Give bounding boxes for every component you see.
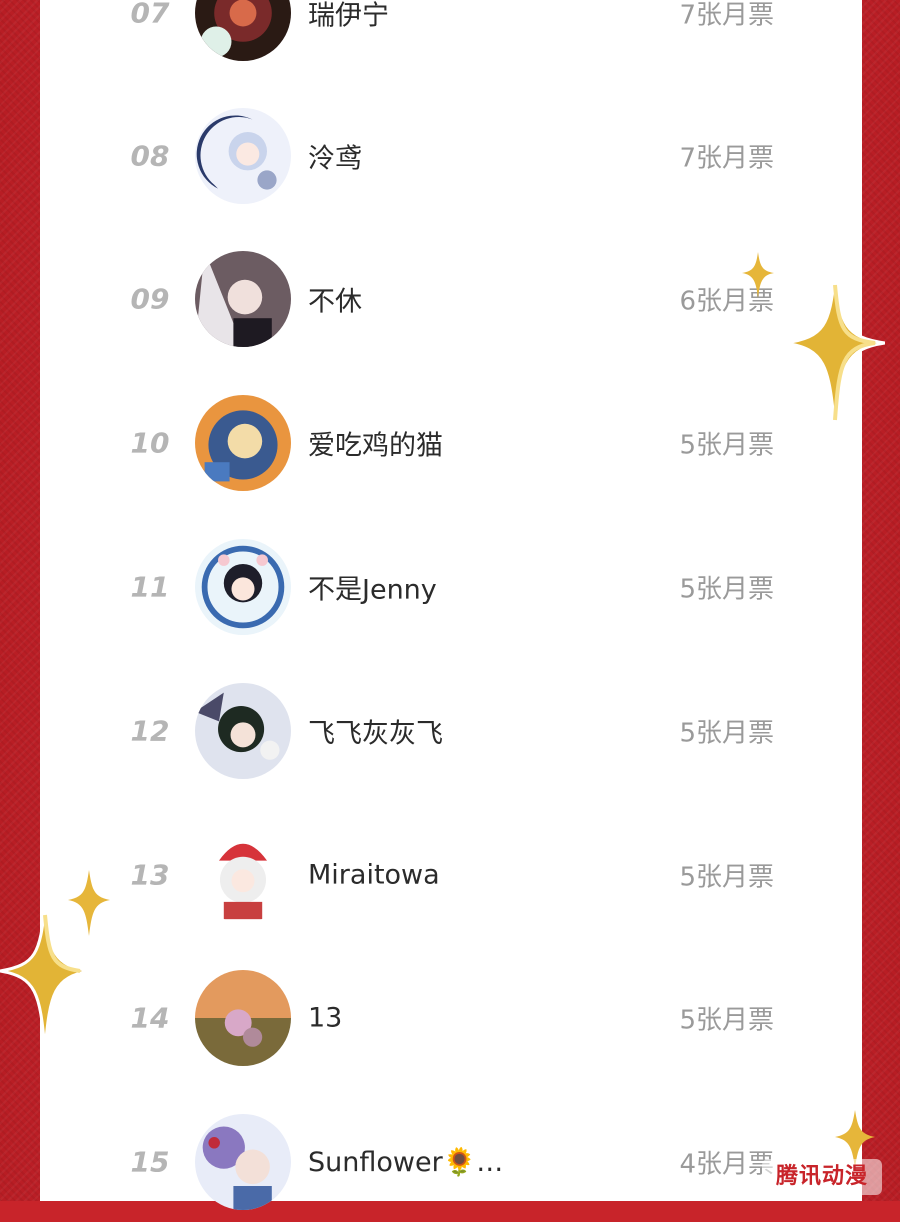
gold-sparkle-icon: [785, 275, 885, 430]
monthly-ticket-count: 5张月票: [679, 718, 774, 749]
user-avatar[interactable]: [195, 827, 291, 923]
list-item[interactable]: 12 飞飞灰灰飞 5张月票: [40, 671, 862, 791]
user-name: 不休: [308, 286, 362, 318]
user-avatar[interactable]: [195, 395, 291, 491]
monthly-ticket-count: 4张月票: [679, 1149, 774, 1180]
rank-number: 13: [130, 858, 170, 892]
user-name: 不是Jenny: [308, 574, 437, 606]
user-name: 飞飞灰灰飞: [308, 718, 443, 750]
rank-number: 15: [130, 1145, 170, 1179]
monthly-ticket-count: 5张月票: [679, 1005, 774, 1036]
user-name: Miraitowa: [308, 859, 440, 891]
rank-number: 07: [130, 0, 170, 30]
rank-number: 12: [130, 714, 170, 748]
user-name: 泠鸢: [308, 143, 362, 175]
user-avatar[interactable]: [195, 251, 291, 347]
list-item[interactable]: 11 不是Jenny 5张月票: [40, 527, 862, 647]
monthly-ticket-count: 5张月票: [679, 862, 774, 893]
rank-number: 14: [130, 1001, 170, 1035]
gold-sparkle-icon: [742, 252, 774, 298]
watermark-logo: 腾讯动漫: [762, 1159, 882, 1195]
user-name: Sunflower🌻…: [308, 1147, 504, 1178]
monthly-ticket-count: 5张月票: [679, 430, 774, 461]
user-avatar[interactable]: [195, 683, 291, 779]
rank-number: 09: [130, 282, 170, 316]
monthly-ticket-count: 7张月票: [679, 0, 774, 31]
rank-number: 10: [130, 426, 170, 460]
user-avatar[interactable]: [195, 0, 291, 61]
list-item[interactable]: 15 Sunflower🌻… 4张月票: [40, 1102, 862, 1222]
list-item[interactable]: 10 爱吃鸡的猫 5张月票: [40, 383, 862, 503]
gold-sparkle-icon: [68, 870, 110, 936]
ranking-list-panel: 07 瑞伊宁 7张月票 08 泠鸢 7张月票 09 不休 6张月票 10 爱吃鸡…: [40, 0, 862, 1210]
user-avatar[interactable]: [195, 1114, 291, 1210]
user-name: 瑞伊宁: [308, 0, 389, 32]
user-name: 爱吃鸡的猫: [308, 430, 443, 462]
list-item[interactable]: 14 13 5张月票: [40, 958, 862, 1078]
rank-number: 11: [130, 570, 170, 604]
user-name: 13: [308, 1002, 343, 1034]
list-item[interactable]: 08 泠鸢 7张月票: [40, 96, 862, 216]
list-item[interactable]: 07 瑞伊宁 7张月票: [40, 0, 862, 73]
user-avatar[interactable]: [195, 970, 291, 1066]
user-avatar[interactable]: [195, 539, 291, 635]
user-avatar[interactable]: [195, 108, 291, 204]
monthly-ticket-count: 5张月票: [679, 574, 774, 605]
rank-number: 08: [130, 139, 170, 173]
monthly-ticket-count: 7张月票: [679, 143, 774, 174]
list-item[interactable]: 13 Miraitowa 5张月票: [40, 815, 862, 935]
list-item[interactable]: 09 不休 6张月票: [40, 239, 862, 359]
